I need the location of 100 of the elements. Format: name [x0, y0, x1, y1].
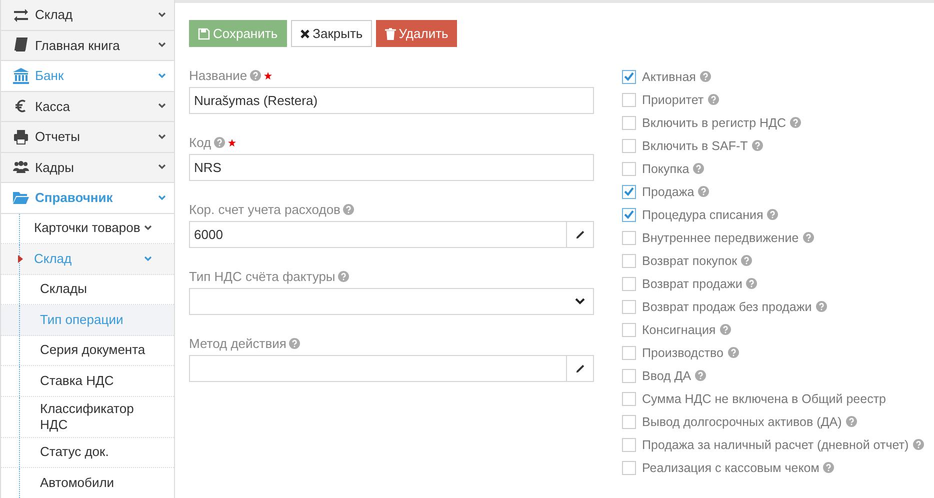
pencil-icon [574, 229, 586, 240]
field-label: Метод действия [189, 336, 286, 351]
sidebar-subitem[interactable]: Классификатор НДС [1, 396, 174, 438]
help-icon [250, 70, 262, 81]
checkbox-label: Активная [642, 70, 696, 84]
chevron-down-icon [575, 298, 585, 305]
checkbox[interactable] [622, 438, 636, 452]
checkbox[interactable] [622, 460, 636, 474]
help-icon [698, 186, 710, 197]
help-icon [823, 462, 834, 473]
checkbox[interactable] [622, 414, 636, 428]
field-label: Название [189, 68, 248, 83]
checkbox[interactable] [622, 392, 636, 406]
sidebar-item[interactable]: Кадры [1, 152, 174, 183]
field-label: Кор. счет учета расходов [189, 202, 340, 217]
help-icon [741, 255, 752, 266]
checkbox[interactable] [622, 322, 636, 336]
input-field[interactable]: Nurašymas (Restera) [189, 87, 594, 114]
bank-icon [13, 68, 29, 84]
chevron-down-icon [158, 72, 166, 79]
help-icon [752, 140, 763, 151]
chevron-down-icon [144, 225, 152, 232]
checkbox-label: Внутреннее передвижение [642, 230, 799, 244]
delete-button[interactable]: Удалить [376, 20, 458, 47]
chevron-down-icon [144, 256, 152, 262]
help-icon [846, 416, 857, 427]
checkbox[interactable] [622, 276, 636, 290]
sidebar-subitem[interactable]: Статус док. [1, 438, 174, 468]
required-star-icon [228, 138, 236, 146]
help-icon [708, 94, 719, 105]
sidebar-subitem[interactable]: Серия документа [1, 336, 174, 366]
checkbox[interactable] [622, 208, 636, 222]
checkbox-label: Возврат покупок [642, 254, 738, 268]
checkbox-label: Продажа за наличный расчет (дневной отчет) [642, 438, 909, 452]
chevron-down-icon [158, 103, 166, 110]
checkbox-label: Консигнация [642, 322, 716, 336]
help-icon [728, 347, 739, 358]
close-button[interactable]: Закрыть [290, 20, 372, 47]
help-icon [746, 278, 758, 289]
book-icon [13, 37, 29, 54]
checkbox-label: Покупка [642, 162, 690, 176]
help-icon [720, 324, 731, 335]
checkbox[interactable] [622, 230, 636, 244]
help-icon [214, 137, 226, 148]
sidebar-subitem[interactable]: Ставка НДС [1, 366, 174, 396]
checkbox[interactable] [622, 116, 636, 130]
checkbox-label: Сумма НДС не включена в Общий реестр [642, 392, 886, 406]
checkbox[interactable] [622, 368, 636, 382]
required-star-icon [264, 72, 272, 80]
checkbox[interactable] [622, 162, 636, 176]
transfer-arrows-icon [13, 6, 29, 23]
sidebar-subitem[interactable]: Автомобили [1, 468, 174, 498]
checkbox-label: Вывод долгосрочных активов (ДА) [642, 414, 842, 428]
edit-button[interactable] [566, 355, 594, 382]
help-icon [790, 117, 802, 128]
help-icon [912, 439, 924, 450]
input-field[interactable]: 6000 [189, 221, 567, 248]
help-icon [695, 370, 706, 381]
checkbox-label: Включить в SAF-T [642, 138, 748, 152]
edit-button[interactable] [566, 221, 594, 248]
checkbox-label: Возврат продаж без продажи [642, 300, 812, 314]
checkbox-label: Возврат продажи [642, 276, 742, 290]
chevron-down-icon [158, 12, 166, 18]
field-label: Тип НДС счёта фактуры [189, 269, 336, 284]
sidebar-subitem[interactable]: Карточки товаров [1, 214, 174, 244]
help-icon [767, 209, 778, 220]
checkbox[interactable] [622, 70, 636, 84]
trash-icon [384, 28, 396, 40]
checkbox-label: Продажа [642, 184, 694, 198]
checkbox[interactable] [622, 254, 636, 268]
help-icon [700, 71, 711, 82]
help-icon [289, 338, 300, 349]
help-icon [343, 204, 354, 215]
chevron-down-icon [158, 164, 166, 170]
help-icon [802, 232, 814, 243]
checkbox[interactable] [622, 92, 636, 106]
sidebar-subitem[interactable]: Склады [1, 274, 174, 305]
input-field[interactable]: NRS [189, 154, 594, 181]
chevron-down-icon [158, 134, 166, 140]
help-icon [816, 301, 827, 312]
field-label: Код [189, 135, 212, 150]
checkbox-label: Производство [642, 346, 724, 360]
people-icon [13, 159, 29, 176]
checkbox[interactable] [622, 300, 636, 314]
checkbox[interactable] [622, 184, 636, 198]
select-field[interactable] [189, 288, 594, 315]
sidebar-item[interactable]: Касса [1, 92, 174, 122]
checkbox[interactable] [622, 138, 636, 152]
caret-icon [18, 255, 23, 263]
checkbox-label: Реализация с кассовым чеком [642, 460, 820, 474]
help-icon [693, 163, 704, 174]
input-field[interactable] [189, 355, 567, 382]
chevron-down-icon [158, 194, 166, 201]
close-icon [300, 28, 310, 38]
pencil-icon [574, 363, 586, 374]
sidebar-item[interactable]: Главная книга [1, 30, 174, 61]
chevron-down-icon [158, 42, 166, 48]
checkbox-label: Ввод ДА [642, 368, 692, 382]
folder-icon [13, 190, 29, 206]
checkbox[interactable] [622, 346, 636, 360]
